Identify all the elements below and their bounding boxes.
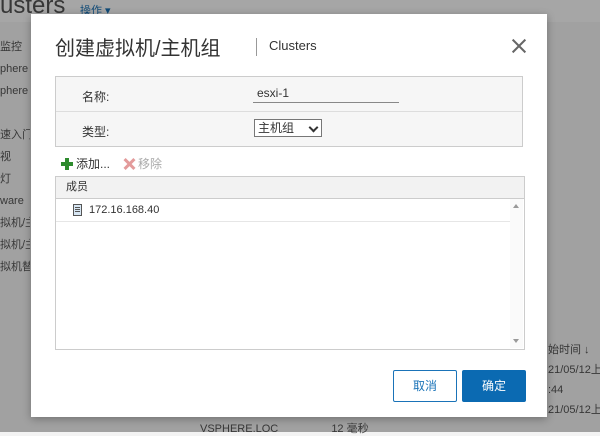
remove-button[interactable]: 移除	[123, 155, 162, 172]
cancel-button[interactable]: 取消	[393, 370, 457, 402]
table-row[interactable]: 172.16.168.40	[56, 199, 510, 222]
type-row: 类型: 主机组	[56, 112, 522, 146]
grid-scrollbar[interactable]	[510, 199, 523, 348]
title-divider	[256, 38, 257, 56]
scroll-down-icon[interactable]	[513, 339, 519, 343]
plus-icon	[61, 158, 73, 170]
host-icon	[73, 204, 82, 216]
type-select-value: 主机组	[258, 121, 295, 135]
add-label: 添加...	[76, 157, 111, 171]
remove-label: 移除	[138, 157, 163, 171]
name-label: 名称:	[82, 90, 110, 104]
create-vm-host-group-dialog: 创建虚拟机/主机组 Clusters 名称: 类型: 主机组 添加... 移除 …	[31, 14, 547, 417]
group-form: 名称: 类型: 主机组	[55, 76, 523, 147]
dialog-title: 创建虚拟机/主机组	[55, 38, 221, 60]
type-select[interactable]: 主机组	[254, 119, 322, 137]
scroll-up-icon[interactable]	[513, 204, 519, 208]
chevron-down-icon	[308, 122, 319, 133]
dialog-subtitle: Clusters	[269, 38, 317, 53]
members-column-header[interactable]: 成员	[56, 181, 88, 193]
ok-button[interactable]: 确定	[462, 370, 526, 402]
remove-icon	[123, 158, 135, 170]
close-icon[interactable]	[509, 36, 529, 56]
add-button[interactable]: 添加...	[61, 155, 110, 172]
type-label: 类型:	[82, 125, 110, 139]
name-input[interactable]	[253, 83, 399, 103]
members-grid: 成员 172.16.168.40	[55, 176, 525, 350]
host-address: 172.16.168.40	[89, 204, 160, 216]
grid-header: 成员	[56, 177, 524, 199]
name-row: 名称:	[56, 77, 522, 112]
